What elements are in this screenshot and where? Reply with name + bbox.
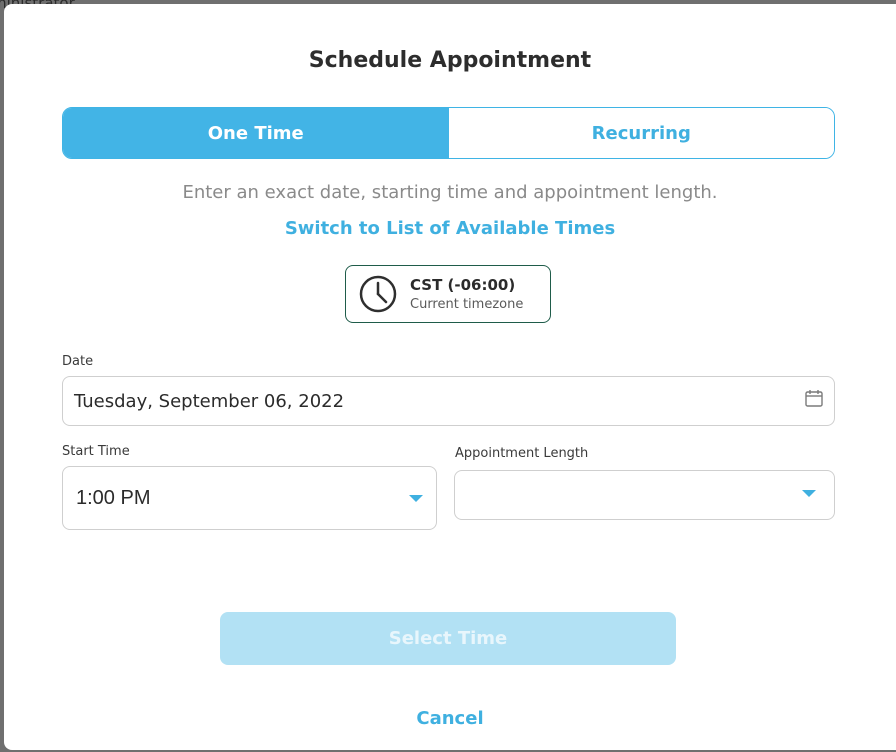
appointment-length-select[interactable]: [454, 470, 835, 520]
start-time-value: 1:00 PM: [76, 486, 151, 509]
start-time-label: Start Time: [62, 444, 130, 459]
clock-icon: [358, 274, 398, 314]
timezone-indicator: CST (-06:00) Current timezone: [345, 265, 551, 323]
start-time-select[interactable]: 1:00 PM: [62, 466, 437, 530]
chevron-down-icon: [409, 495, 423, 502]
chevron-down-icon: [802, 490, 816, 497]
tab-one-time[interactable]: One Time: [63, 108, 449, 158]
date-input[interactable]: Tuesday, September 06, 2022: [62, 376, 835, 426]
select-time-button[interactable]: Select Time: [220, 612, 676, 665]
dialog-title: Schedule Appointment: [308, 48, 592, 73]
calendar-icon[interactable]: [804, 388, 824, 408]
timezone-code: CST (-06:00): [410, 276, 516, 294]
schedule-appointment-dialog: Schedule Appointment One Time Recurring …: [4, 4, 896, 750]
appointment-type-toggle: One Time Recurring: [62, 107, 835, 159]
timezone-subtitle: Current timezone: [410, 297, 524, 312]
date-label: Date: [62, 354, 94, 369]
appointment-length-label: Appointment Length: [455, 446, 589, 461]
date-value: Tuesday, September 06, 2022: [74, 390, 345, 412]
cancel-button[interactable]: Cancel: [4, 708, 896, 729]
tab-recurring[interactable]: Recurring: [448, 108, 834, 158]
dialog-description: Enter an exact date, starting time and a…: [182, 182, 718, 203]
switch-to-available-times-link[interactable]: Switch to List of Available Times: [4, 218, 896, 239]
